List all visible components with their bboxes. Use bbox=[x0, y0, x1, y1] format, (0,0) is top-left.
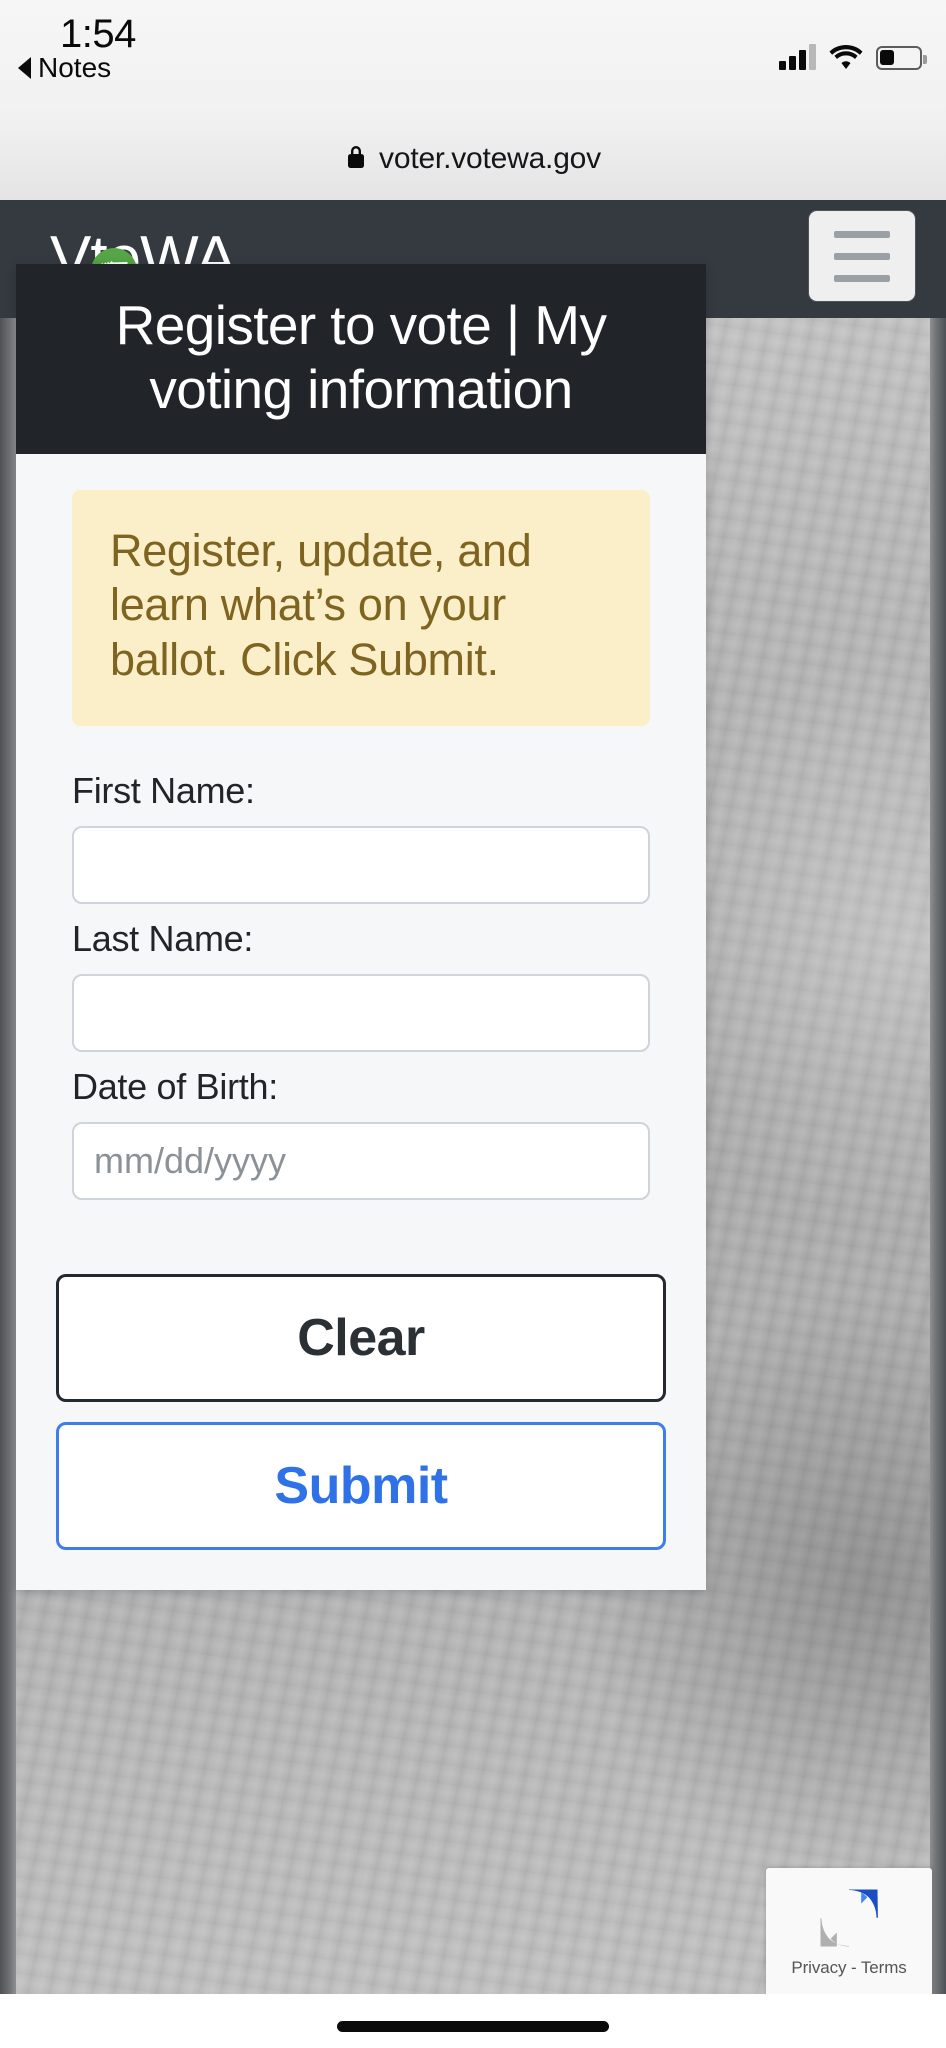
background-left-edge bbox=[0, 200, 16, 2048]
signal-icon bbox=[779, 44, 816, 70]
card-body: Register, update, and learn what’s on yo… bbox=[16, 454, 706, 1591]
info-alert: Register, update, and learn what’s on yo… bbox=[72, 489, 650, 727]
first-name-input[interactable] bbox=[72, 826, 650, 905]
hamburger-line-1 bbox=[834, 230, 890, 238]
browser-address-bar[interactable]: voter.votewa.gov bbox=[0, 118, 946, 200]
form-bottom-spacer bbox=[16, 1200, 706, 1244]
date-of-birth-input[interactable] bbox=[72, 1122, 650, 1201]
recaptcha-icon bbox=[811, 1880, 887, 1956]
ios-status-bar: 1:54 Notes bbox=[0, 0, 946, 118]
date-of-birth-label: Date of Birth: bbox=[72, 1066, 278, 1108]
voter-lookup-form: First Name: Last Name: Date of Birth: bbox=[16, 726, 706, 1201]
info-alert-text: Register, update, and learn what’s on yo… bbox=[110, 524, 532, 686]
hamburger-line-3 bbox=[834, 274, 890, 282]
url-text: voter.votewa.gov bbox=[379, 142, 601, 175]
battery-icon bbox=[876, 46, 927, 70]
status-indicators bbox=[779, 38, 927, 70]
last-name-label: Last Name: bbox=[72, 918, 254, 960]
voter-lookup-card: Register to vote | My voting information… bbox=[16, 264, 706, 1591]
wifi-icon bbox=[829, 44, 863, 70]
last-name-input[interactable] bbox=[72, 974, 650, 1053]
lock-icon bbox=[345, 143, 367, 176]
page-title: Register to vote | My voting information bbox=[115, 294, 607, 420]
background-right-edge bbox=[930, 200, 946, 2048]
status-clock: 1:54 bbox=[60, 12, 136, 56]
hamburger-line-2 bbox=[834, 252, 890, 260]
first-name-label: First Name: bbox=[72, 770, 255, 812]
card-header: Register to vote | My voting information bbox=[16, 264, 706, 454]
card-actions: Clear Submit bbox=[16, 1244, 706, 1591]
recaptcha-badge[interactable]: Privacy - Terms bbox=[766, 1868, 932, 1996]
recaptcha-privacy-terms-link[interactable]: Privacy - Terms bbox=[791, 1958, 906, 1978]
clear-button[interactable]: Clear bbox=[56, 1274, 666, 1403]
home-indicator[interactable] bbox=[337, 2021, 609, 2032]
home-indicator-area bbox=[0, 1994, 946, 2048]
hamburger-menu-button[interactable] bbox=[808, 210, 916, 302]
phone-screen: 1:54 Notes voter.votewa.gov V teWA Regis… bbox=[0, 0, 946, 2048]
back-caret-icon bbox=[18, 57, 31, 79]
back-to-notes-button[interactable]: Notes bbox=[18, 52, 111, 84]
submit-button[interactable]: Submit bbox=[56, 1422, 666, 1551]
back-to-notes-label: Notes bbox=[38, 52, 112, 83]
